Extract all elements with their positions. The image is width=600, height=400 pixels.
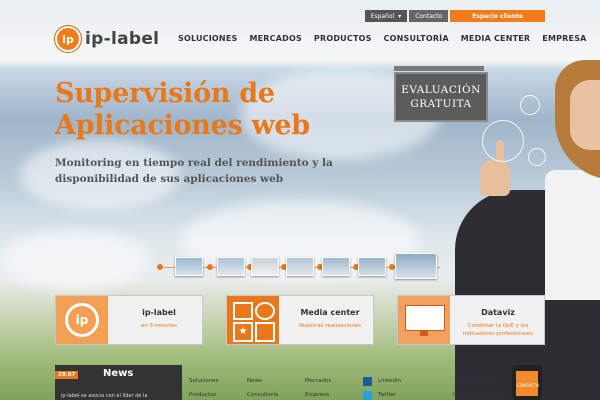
twitter-icon[interactable] [363, 391, 372, 400]
nav-item-mercados[interactable]: MERCADOS [249, 34, 301, 43]
monitor-icon [405, 305, 445, 331]
phone-contact-label: CONTACTO [517, 383, 540, 388]
feature-box-title: ip-label [142, 308, 176, 317]
feature-box-desc: Combinar la QoE y los indicadores profes… [462, 323, 534, 337]
feature-box-title: Media center [300, 308, 360, 317]
footer-link-news[interactable]: News [247, 378, 262, 384]
footer-link-productos[interactable]: Productos [189, 392, 216, 398]
contact-link[interactable]: Contacto [409, 10, 449, 22]
phone-contact-widget[interactable]: CONTACTO [512, 365, 542, 400]
nav-item-consultoria[interactable]: CONSULTORÍA [384, 34, 449, 43]
footer-links: Soluciones Productos News Consultoría Me… [183, 368, 518, 400]
carousel-dot[interactable] [157, 264, 163, 270]
footer-link-sitemap[interactable]: Mapa del sitio [461, 378, 499, 384]
footer-link-legal[interactable]: Información legal [453, 392, 501, 398]
nav-item-media-center[interactable]: MEDIA CENTER [461, 34, 531, 43]
client-space-button[interactable]: Espacio cliente [450, 10, 545, 22]
free-trial-line2: GRATUITA [410, 98, 472, 110]
phone-screen: CONTACTO [516, 371, 540, 396]
language-selector[interactable]: Español ▾ [364, 10, 408, 22]
feature-box-desc: en 3 minutos [140, 323, 178, 329]
nav-item-empresa[interactable]: EMPRESA [542, 34, 586, 43]
carousel-thumb[interactable] [358, 257, 386, 276]
footer-link-empresa[interactable]: Empresa [305, 392, 329, 398]
cta-tab [394, 66, 484, 71]
hero-title: Supervisión de Aplicaciones web [55, 78, 310, 142]
carousel-dot[interactable] [207, 264, 213, 270]
cloud [0, 230, 150, 290]
person-hand [480, 160, 510, 196]
carousel-thumb[interactable] [175, 257, 203, 276]
free-trial-button[interactable]: EVALUACIÓN GRATUITA [394, 72, 488, 122]
news-date-badge: 29.07 [55, 371, 79, 379]
headphones-icon [528, 148, 546, 166]
logo-icon: ip [55, 26, 81, 52]
monitor-stand-icon [420, 330, 428, 336]
hero-subtitle: Monitoring en tiempo real del rendimient… [55, 157, 333, 185]
free-trial-line1: EVALUACIÓN [401, 84, 481, 96]
hero-title-line2: Aplicaciones web [55, 110, 310, 141]
hero-title-line1: Supervisión de [55, 78, 275, 109]
carousel-thumb[interactable] [286, 257, 314, 276]
carousel-thumb[interactable] [251, 257, 279, 276]
footer-link-soluciones[interactable]: Soluciones [189, 378, 219, 384]
feature-box-media-center[interactable]: ★ Media center Nuestras realizaciones [226, 295, 374, 345]
footer-link-linkedin[interactable]: Linkedin [378, 378, 401, 384]
news-title: News [103, 368, 134, 379]
chevron-down-icon: ▾ [398, 12, 402, 20]
person-face [570, 80, 600, 150]
touch-ring-icon [482, 120, 524, 162]
footer-link-mercados[interactable]: Mercados [305, 378, 331, 384]
ip-logo-icon: ip [65, 303, 99, 337]
calendar-icon [233, 302, 253, 320]
speech-bubble-icon [255, 302, 275, 320]
carousel-thumb-active[interactable] [395, 253, 437, 279]
star-icon: ★ [233, 322, 253, 342]
carousel-slider [155, 253, 445, 279]
news-panel: 29.07 News ip-label se asocia con el líd… [55, 365, 182, 400]
footer-link-twitter[interactable]: Twitter [378, 392, 396, 398]
media-center-feature-image: ★ [227, 296, 279, 344]
carousel-thumb[interactable] [217, 257, 245, 276]
main-nav: SOLUCIONES MERCADOS PRODUCTOS CONSULTORÍ… [178, 34, 587, 43]
iplabel-feature-image: ip [56, 296, 108, 344]
person-shirt [545, 170, 600, 300]
news-item-link[interactable]: ip-label se asocia con el líder de la [61, 393, 147, 399]
book-icon [255, 322, 275, 342]
top-bar: Español ▾ Contacto Espacio cliente [364, 10, 545, 22]
carousel-thumb[interactable] [322, 257, 350, 276]
feature-box-iplabel[interactable]: ip ip-label en 3 minutos [55, 295, 203, 345]
dataviz-feature-image [398, 296, 450, 344]
header: ip ip-label SOLUCIONES MERCADOS PRODUCTO… [0, 22, 600, 56]
feature-box-desc: Nuestras realizaciones [298, 323, 362, 329]
feature-box-dataviz[interactable]: Dataviz Combinar la QoE y los indicadore… [397, 295, 545, 345]
linkedin-icon[interactable] [363, 377, 372, 386]
footer-link-consultoria[interactable]: Consultoría [247, 392, 278, 398]
nav-item-productos[interactable]: PRODUCTOS [314, 34, 372, 43]
logo-text: ip-label [85, 29, 160, 49]
feature-box-title: Dataviz [481, 308, 515, 317]
nav-item-soluciones[interactable]: SOLUCIONES [178, 34, 237, 43]
touch-ring-icon [520, 95, 540, 115]
logo[interactable]: ip ip-label [55, 26, 159, 52]
